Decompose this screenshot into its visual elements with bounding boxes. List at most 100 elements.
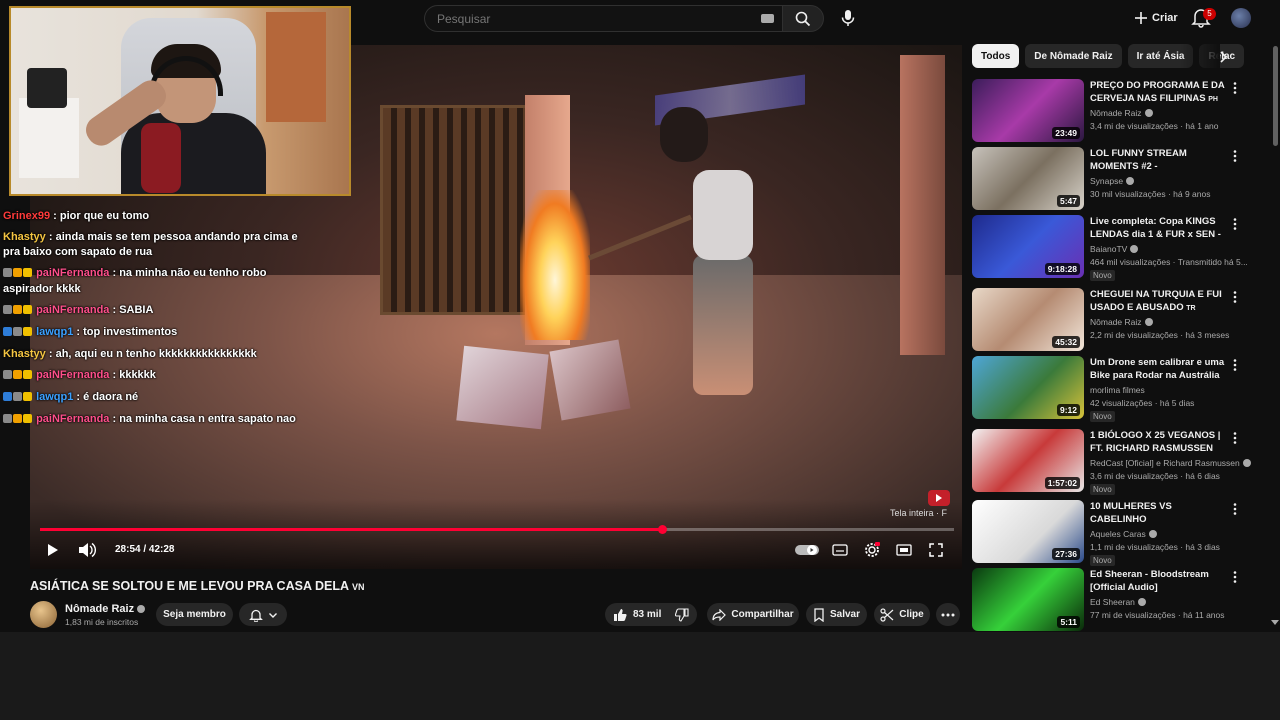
country-flag: TR — [1186, 305, 1196, 312]
more-vertical-icon[interactable] — [1231, 358, 1239, 372]
recommendation-title[interactable]: Ed Sheeran - Bloodstream [Official Audio… — [1090, 568, 1226, 594]
time-display: 28:54 / 42:28 — [115, 544, 175, 555]
recommendation-channel[interactable]: Synapse — [1090, 176, 1135, 186]
channel-avatar[interactable] — [30, 601, 57, 628]
recommendation-channel[interactable]: Aqueles Caras — [1090, 529, 1157, 539]
recommendation-title[interactable]: 1 BIÓLOGO X 25 VEGANOS | FT. RICHARD RAS… — [1090, 429, 1226, 455]
volume-button[interactable] — [76, 540, 98, 560]
recommendation-item[interactable]: 9:18:28 Live completa: Copa KINGS LENDAS … — [972, 215, 1252, 281]
recommendation-title-text: Um Drone sem calibrar e uma Bike para Ro… — [1090, 357, 1225, 381]
recommendation-title[interactable]: PREÇO DO PROGRAMA E DA CERVEJA NAS FILIP… — [1090, 79, 1226, 105]
recommendation-channel[interactable]: Ed Sheeran — [1090, 597, 1146, 607]
video-thumbnail[interactable]: 5:11 — [972, 568, 1084, 631]
recommendation-channel[interactable]: RedCast [Oficial] e Richard Rasmussen — [1090, 458, 1251, 468]
chat-badge-icon — [23, 414, 32, 423]
like-count: 83 mil — [633, 609, 662, 620]
channel-name[interactable]: Nômade Raiz — [65, 603, 146, 615]
more-vertical-icon[interactable] — [1231, 290, 1239, 304]
chat-badge-icon — [23, 305, 32, 314]
recommendation-channel[interactable]: BaianoTV — [1090, 244, 1139, 254]
scrollbar-thumb[interactable] — [1273, 46, 1278, 146]
filter-chip[interactable]: Todos — [972, 44, 1020, 68]
video-thumbnail[interactable]: 45:32 — [972, 288, 1084, 351]
progress-played — [40, 528, 663, 531]
empty-area — [0, 632, 1280, 720]
scissors-icon — [880, 607, 894, 622]
more-vertical-icon[interactable] — [1231, 502, 1239, 516]
progress-bar[interactable] — [40, 528, 954, 531]
video-frame-pillar — [900, 55, 945, 355]
recommendation-item[interactable]: 5:47 LOL FUNNY STREAM MOMENTS #2 - APHROM… — [972, 147, 1252, 211]
recommendation-channel[interactable]: morlima filmes — [1090, 385, 1145, 395]
country-flag: PH — [1208, 96, 1218, 103]
recommendation-title-text: CHEGUEI NA TURQUIA E FUI USADO E ABUSADO — [1090, 289, 1222, 313]
clip-button[interactable]: Clipe — [874, 603, 930, 626]
video-thumbnail[interactable]: 23:49 — [972, 79, 1084, 142]
video-thumbnail[interactable]: 9:18:28 — [972, 215, 1084, 278]
video-thumbnail[interactable]: 27:36 — [972, 500, 1084, 563]
keyboard-icon[interactable] — [761, 14, 774, 23]
video-duration: 45:32 — [1052, 336, 1080, 348]
mic-icon[interactable] — [838, 8, 858, 28]
recommendation-item[interactable]: 45:32 CHEGUEI NA TURQUIA E FUI USADO E AB… — [972, 288, 1252, 352]
like-button[interactable]: 83 mil — [613, 608, 661, 622]
chat-message: paiNFernanda : SABIA — [3, 303, 303, 319]
chat-badge-icon — [3, 327, 12, 336]
progress-scrubber[interactable] — [658, 525, 668, 534]
account-avatar[interactable] — [1231, 8, 1251, 28]
more-actions-button[interactable] — [936, 603, 960, 626]
settings-button[interactable] — [862, 540, 882, 560]
more-vertical-icon[interactable] — [1231, 81, 1239, 95]
chat-text: : na minha casa n entra sapato nao — [112, 413, 296, 425]
search-input[interactable] — [424, 5, 782, 32]
filter-chip[interactable]: De Nômade Raiz — [1025, 44, 1122, 68]
chevron-right-icon[interactable] — [1214, 48, 1232, 66]
dislike-button[interactable] — [674, 608, 689, 625]
share-button[interactable]: Compartilhar — [707, 603, 799, 626]
recommendation-item[interactable]: 9:12 Um Drone sem calibrar e uma Bike par… — [972, 356, 1252, 422]
theater-mode-button[interactable] — [894, 540, 914, 560]
subtitles-button[interactable] — [830, 540, 850, 560]
more-vertical-icon[interactable] — [1231, 570, 1239, 584]
create-button[interactable]: Criar — [1128, 6, 1184, 30]
recommendation-title[interactable]: CHEGUEI NA TURQUIA E FUI USADO E ABUSADO… — [1090, 288, 1226, 314]
recommendation-channel[interactable]: Nômade Raiz — [1090, 317, 1153, 327]
recommendation-title[interactable]: Live completa: Copa KINGS LENDAS dia 1 &… — [1090, 215, 1226, 241]
more-vertical-icon[interactable] — [1231, 149, 1239, 163]
recommendation-item[interactable]: 1:57:02 1 BIÓLOGO X 25 VEGANOS | FT. RICH… — [972, 429, 1252, 495]
recommendation-title[interactable]: LOL FUNNY STREAM MOMENTS #2 - APHROMOO'S… — [1090, 147, 1226, 173]
plus-icon — [1135, 12, 1147, 24]
search-button[interactable] — [782, 5, 824, 32]
recommendation-item[interactable]: 27:36 10 MULHERES VS CABELINHO Aqueles Car… — [972, 500, 1252, 566]
duration: 42:28 — [148, 544, 175, 555]
video-duration: 5:11 — [1057, 616, 1080, 628]
recommendation-meta: 3,6 mi de visualizações · há 6 dias — [1090, 471, 1220, 481]
recommendation-item[interactable]: 5:11 Ed Sheeran - Bloodstream [Official A… — [972, 568, 1252, 632]
play-button[interactable] — [42, 540, 62, 560]
video-thumbnail[interactable]: 9:12 — [972, 356, 1084, 419]
save-button[interactable]: Salvar — [806, 603, 867, 626]
youtube-logo-icon[interactable] — [928, 490, 950, 506]
autoplay-toggle-icon — [795, 545, 819, 555]
recommendation-title[interactable]: Um Drone sem calibrar e uma Bike para Ro… — [1090, 356, 1226, 382]
chat-username: Khastyy — [3, 348, 46, 360]
fullscreen-button[interactable] — [926, 540, 946, 560]
chat-text: : kkkkkk — [112, 369, 156, 381]
recommendation-item[interactable]: 23:49 PREÇO DO PROGRAMA E DA CERVEJA NAS … — [972, 79, 1252, 143]
scroll-down-arrow-icon[interactable] — [1271, 620, 1279, 625]
more-vertical-icon[interactable] — [1231, 217, 1239, 231]
autoplay-toggle[interactable] — [794, 540, 820, 560]
recommendation-channel[interactable]: Nômade Raiz — [1090, 108, 1153, 118]
chat-badge-icon — [13, 392, 22, 401]
thumbs-down-icon — [674, 608, 689, 622]
recommendation-channel-name: Ed Sheeran — [1090, 597, 1135, 607]
video-thumbnail[interactable]: 1:57:02 — [972, 429, 1084, 492]
video-thumbnail[interactable]: 5:47 — [972, 147, 1084, 210]
video-frame-person — [693, 255, 753, 395]
video-duration: 1:57:02 — [1044, 477, 1080, 489]
join-button[interactable]: Seja membro — [156, 603, 233, 626]
subscribed-bell-button[interactable] — [239, 603, 287, 626]
more-vertical-icon[interactable] — [1231, 431, 1239, 445]
recommendation-meta: 3,4 mi de visualizações · há 1 ano — [1090, 121, 1219, 131]
recommendation-title[interactable]: 10 MULHERES VS CABELINHO — [1090, 500, 1226, 526]
